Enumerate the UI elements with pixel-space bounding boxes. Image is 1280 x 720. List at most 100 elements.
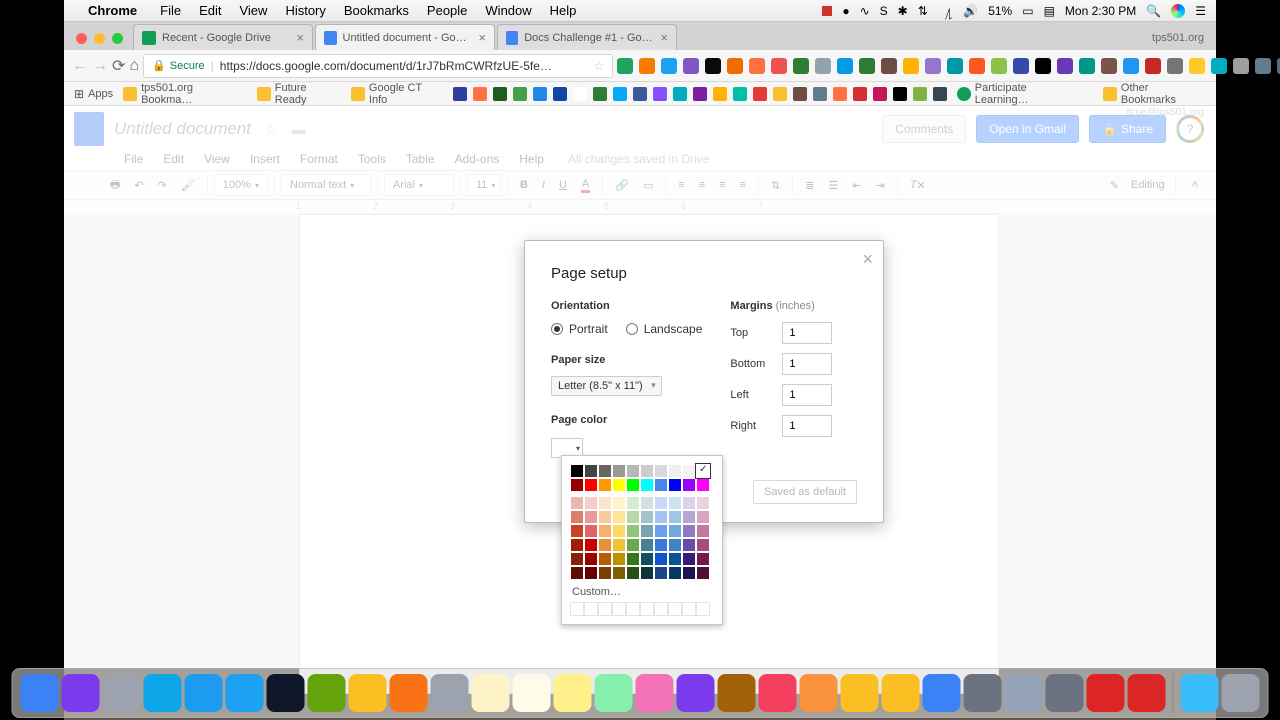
extension-icon[interactable]	[991, 58, 1007, 74]
color-swatch[interactable]	[584, 538, 598, 552]
italic-icon[interactable]: I	[536, 174, 551, 196]
dock-app[interactable]	[1222, 674, 1260, 712]
numbered-list-icon[interactable]: ≣	[799, 174, 820, 196]
color-swatch[interactable]	[626, 552, 640, 566]
bookmark-icon[interactable]	[613, 87, 627, 101]
color-swatch[interactable]	[570, 538, 584, 552]
redo-icon[interactable]: ↷	[152, 174, 173, 196]
align-right-icon[interactable]: ≡	[713, 174, 731, 196]
color-swatch[interactable]	[668, 566, 682, 580]
align-left-icon[interactable]: ≡	[672, 174, 690, 196]
color-swatch[interactable]	[626, 464, 640, 478]
custom-slot[interactable]	[654, 602, 668, 616]
font-select[interactable]: Arial▾	[384, 174, 454, 196]
menu-help[interactable]: Help	[541, 3, 586, 18]
align-center-icon[interactable]: ≡	[693, 174, 711, 196]
undo-icon[interactable]: ↶	[128, 174, 149, 196]
open-in-gmail-button[interactable]: Open in Gmail	[976, 115, 1079, 143]
color-swatch[interactable]	[612, 464, 626, 478]
docs-logo[interactable]	[64, 112, 114, 146]
custom-slot[interactable]	[570, 602, 584, 616]
zoom-window-button[interactable]	[112, 33, 123, 44]
color-swatch[interactable]	[654, 566, 668, 580]
extension-icon[interactable]	[925, 58, 941, 74]
color-swatch[interactable]	[682, 552, 696, 566]
close-window-button[interactable]	[76, 33, 87, 44]
extension-icon[interactable]	[1233, 58, 1249, 74]
link-icon[interactable]: 🔗	[609, 174, 635, 196]
color-swatch[interactable]	[654, 524, 668, 538]
account-avatar[interactable]: ?	[1176, 115, 1204, 143]
comments-button[interactable]: Comments	[882, 115, 966, 143]
menu-view[interactable]: View	[230, 3, 276, 18]
dock-app[interactable]	[595, 674, 633, 712]
color-swatch[interactable]	[682, 464, 696, 478]
extension-icon[interactable]	[705, 58, 721, 74]
color-swatch[interactable]	[612, 552, 626, 566]
bookmark-icon[interactable]	[633, 87, 647, 101]
dock-app[interactable]	[554, 674, 592, 712]
color-swatch[interactable]	[626, 524, 640, 538]
color-swatch[interactable]	[570, 464, 584, 478]
close-tab-icon[interactable]: ×	[296, 30, 304, 45]
color-swatch[interactable]	[584, 524, 598, 538]
extension-icon[interactable]	[683, 58, 699, 74]
extension-icon[interactable]	[1079, 58, 1095, 74]
bookmark-icon[interactable]	[513, 87, 527, 101]
extension-icon[interactable]	[639, 58, 655, 74]
color-swatch[interactable]	[640, 566, 654, 580]
bookmark-icon[interactable]	[833, 87, 847, 101]
star-icon[interactable]: ☆	[265, 121, 278, 138]
color-swatch[interactable]	[696, 510, 710, 524]
bookmark-icon[interactable]	[493, 87, 507, 101]
extension-icon[interactable]	[1057, 58, 1073, 74]
status-icon[interactable]	[822, 6, 832, 16]
custom-slot[interactable]	[640, 602, 654, 616]
menu-file[interactable]: File	[116, 152, 151, 166]
style-select[interactable]: Normal text▾	[281, 174, 371, 196]
dock-app[interactable]	[964, 674, 1002, 712]
close-tab-icon[interactable]: ×	[660, 30, 668, 45]
margin-left-input[interactable]	[782, 384, 832, 406]
browser-tab[interactable]: Recent - Google Drive×	[133, 24, 313, 50]
dock-app[interactable]	[1181, 674, 1219, 712]
menu-addons[interactable]: Add-ons	[447, 152, 508, 166]
color-swatch[interactable]	[598, 552, 612, 566]
color-swatch[interactable]	[682, 496, 696, 510]
extension-icon[interactable]	[815, 58, 831, 74]
indent-icon[interactable]: ⇥	[870, 174, 891, 196]
extension-icon[interactable]	[727, 58, 743, 74]
menu-format[interactable]: Format	[292, 152, 346, 166]
dock-app[interactable]	[1087, 674, 1125, 712]
bold-icon[interactable]: B	[514, 174, 534, 196]
extension-icon[interactable]	[947, 58, 963, 74]
menubar-app[interactable]: Chrome	[88, 3, 151, 18]
dock-app[interactable]	[677, 674, 715, 712]
color-swatch[interactable]	[640, 510, 654, 524]
color-swatch[interactable]	[682, 478, 696, 492]
menu-view[interactable]: View	[196, 152, 238, 166]
dock-app[interactable]	[349, 674, 387, 712]
color-swatch[interactable]	[696, 552, 710, 566]
color-swatch[interactable]	[696, 524, 710, 538]
color-swatch[interactable]	[612, 538, 626, 552]
notification-icon[interactable]: ☰	[1195, 4, 1206, 18]
saved-as-default-button[interactable]: Saved as default	[753, 480, 857, 504]
color-swatch[interactable]	[626, 496, 640, 510]
dock-app[interactable]	[185, 674, 223, 712]
color-swatch[interactable]	[570, 524, 584, 538]
menu-bookmarks[interactable]: Bookmarks	[335, 3, 418, 18]
document-title[interactable]: Untitled document	[114, 119, 251, 139]
minimize-window-button[interactable]	[94, 33, 105, 44]
clock[interactable]: Mon 2:30 PM	[1065, 4, 1136, 18]
bookmark-icon[interactable]	[813, 87, 827, 101]
color-swatch[interactable]	[584, 510, 598, 524]
date-icon[interactable]: ▤	[1044, 4, 1055, 18]
color-swatch[interactable]	[682, 538, 696, 552]
dock-app[interactable]	[841, 674, 879, 712]
align-justify-icon[interactable]: ≡	[734, 174, 752, 196]
share-button[interactable]: 🔒Share	[1089, 115, 1166, 143]
menu-table[interactable]: Table	[398, 152, 443, 166]
dock-app[interactable]	[267, 674, 305, 712]
bookmark-icon[interactable]	[893, 87, 907, 101]
